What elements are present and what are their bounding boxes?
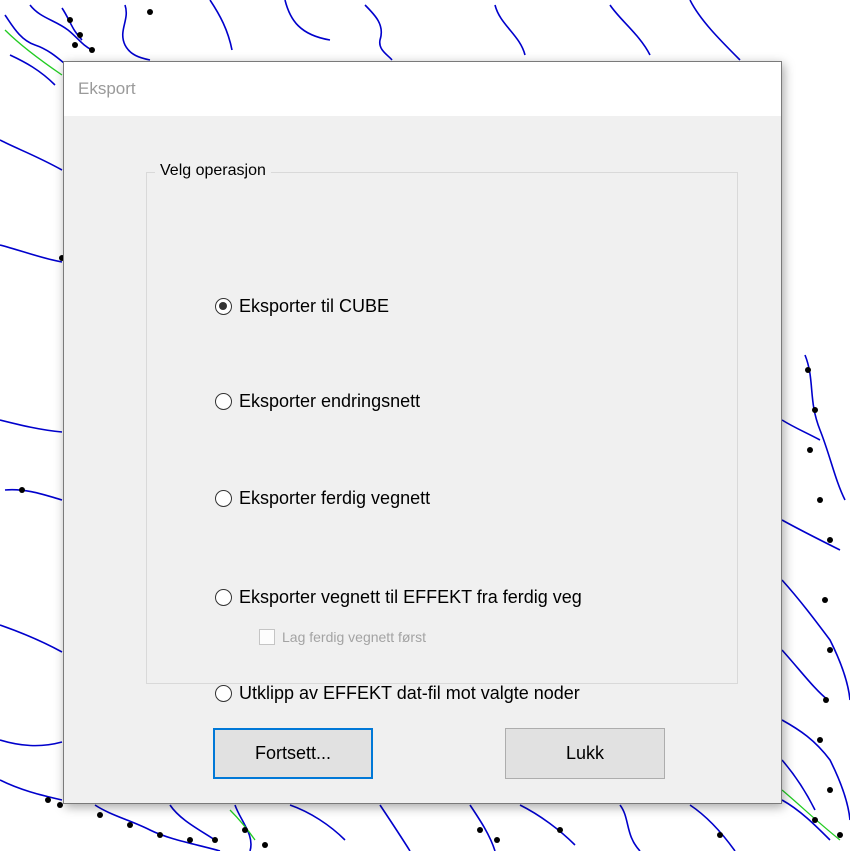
groupbox-label: Velg operasjon (155, 162, 271, 180)
radio-unselected-icon[interactable] (215, 589, 232, 606)
dialog-title: Eksport (78, 79, 136, 98)
radio-export-finished-network[interactable]: Eksporter ferdig vegnett (215, 488, 430, 509)
radio-unselected-icon[interactable] (215, 685, 232, 702)
radio-label[interactable]: Eksporter vegnett til EFFEKT fra ferdig … (239, 587, 582, 608)
radio-clip-effekt-datfile[interactable]: Utklipp av EFFEKT dat-fil mot valgte nod… (215, 683, 580, 704)
operation-groupbox: Velg operasjon Eksporter til CUBE Ekspor… (146, 162, 738, 703)
radio-label[interactable]: Eksporter ferdig vegnett (239, 488, 430, 509)
continue-button[interactable]: Fortsett... (213, 728, 373, 779)
radio-label[interactable]: Utklipp av EFFEKT dat-fil mot valgte nod… (239, 683, 580, 704)
radio-export-cube[interactable]: Eksporter til CUBE (215, 296, 389, 317)
radio-export-effekt[interactable]: Eksporter vegnett til EFFEKT fra ferdig … (215, 587, 582, 608)
radio-selected-icon[interactable] (215, 298, 232, 315)
checkbox-label: Lag ferdig vegnett først (282, 629, 426, 645)
dialog-titlebar[interactable]: Eksport (64, 62, 781, 116)
checkbox-create-finished-network: Lag ferdig vegnett først (259, 629, 426, 645)
radio-label[interactable]: Eksporter til CUBE (239, 296, 389, 317)
radio-unselected-icon[interactable] (215, 490, 232, 507)
checkbox-icon (259, 629, 275, 645)
export-dialog: Eksport Velg operasjon Eksporter til CUB… (63, 61, 782, 804)
radio-label[interactable]: Eksporter endringsnett (239, 391, 420, 412)
radio-export-change-network[interactable]: Eksporter endringsnett (215, 391, 420, 412)
radio-unselected-icon[interactable] (215, 393, 232, 410)
close-button[interactable]: Lukk (505, 728, 665, 779)
